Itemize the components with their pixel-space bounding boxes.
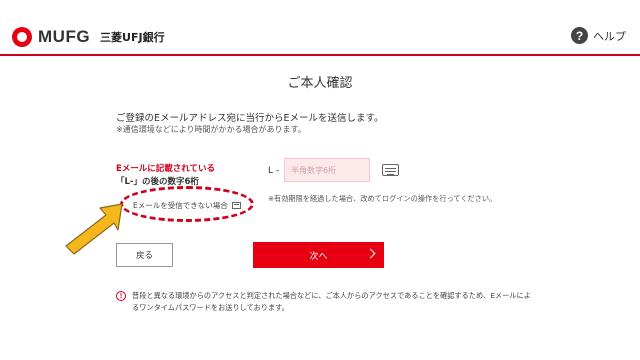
page-title: ご本人確認 bbox=[287, 76, 353, 91]
no-email-link[interactable]: Eメールを受信できない場合 bbox=[133, 200, 241, 211]
logo-text: MUFG bbox=[38, 27, 91, 46]
next-button-label: 次へ bbox=[309, 251, 328, 262]
next-button[interactable]: 次へ bbox=[253, 242, 384, 268]
bank-name: 三菱UFJ銀行 bbox=[100, 31, 165, 44]
header: MUFG 三菱UFJ銀行 ? ヘルプ bbox=[0, 0, 640, 56]
code-prefix: L - bbox=[268, 166, 280, 176]
lead-text: ご登録のEメールアドレス宛に当行からEメールを送信します。 bbox=[116, 113, 384, 124]
mufg-logo-icon bbox=[12, 27, 32, 47]
external-window-icon bbox=[231, 202, 241, 209]
security-alert: ! 普段と異なる環境からのアクセスと判定された場合などに、ご本人からのアクセスで… bbox=[116, 290, 536, 314]
alert-text: 普段と異なる環境からのアクセスと判定された場合などに、ご本人からのアクセスである… bbox=[132, 291, 531, 312]
alert-icon: ! bbox=[116, 291, 126, 301]
help-label: ヘルプ bbox=[593, 29, 626, 43]
no-email-link-label: Eメールを受信できない場合 bbox=[133, 201, 228, 210]
mufg-logo[interactable]: MUFG 三菱UFJ銀行 bbox=[12, 27, 165, 47]
software-keyboard-icon[interactable] bbox=[382, 164, 399, 176]
help-link[interactable]: ? ヘルプ bbox=[571, 27, 626, 44]
back-button[interactable]: 戻る bbox=[116, 243, 173, 267]
code-field-label-line1: Eメールに記載されている bbox=[116, 164, 216, 174]
chevron-right-icon bbox=[365, 248, 376, 259]
timing-note: ※通信環境などにより時間がかかる場合があります。 bbox=[116, 125, 306, 134]
help-icon: ? bbox=[571, 27, 588, 44]
one-time-code-input[interactable] bbox=[284, 158, 370, 182]
expiry-note: ※有効期限を経過した場合、改めてログインの操作を行ってください。 bbox=[268, 194, 497, 203]
